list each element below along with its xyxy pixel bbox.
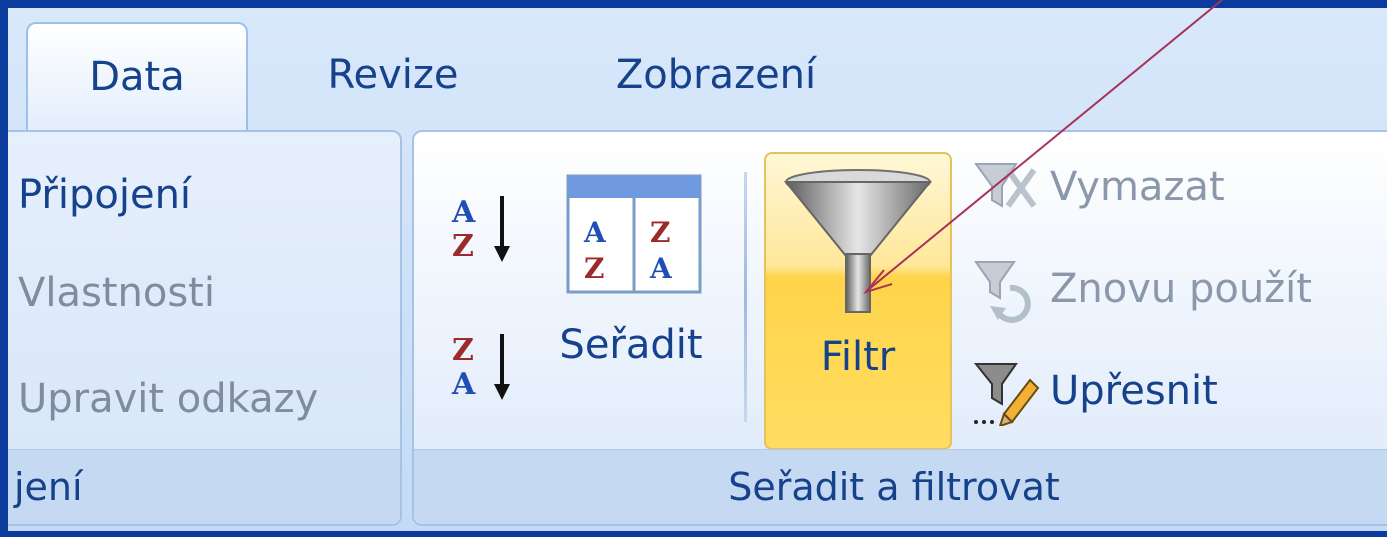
connections-group-caption: jení — [8, 449, 400, 524]
sort-dialog-icon: A Z Z A — [566, 174, 702, 294]
tab-data[interactable]: Data — [26, 22, 248, 130]
edit-links-button[interactable]: Upravit odkazy — [18, 376, 318, 422]
group-separator — [744, 172, 747, 422]
tab-revize[interactable]: Revize — [308, 20, 478, 130]
reapply-filter-button[interactable]: Znovu použít — [970, 254, 1387, 324]
sort-z-a-button[interactable]: Z A — [448, 320, 518, 420]
tab-data-label: Data — [89, 54, 185, 100]
properties-button[interactable]: Vlastnosti — [18, 270, 215, 316]
svg-text:Z: Z — [452, 333, 474, 368]
filter-label: Filtr — [820, 334, 896, 380]
advanced-filter-label: Upřesnit — [1050, 368, 1218, 414]
tab-zobrazeni[interactable]: Zobrazení — [586, 20, 846, 130]
tab-revize-label: Revize — [327, 52, 459, 98]
svg-text:A: A — [583, 216, 607, 249]
ribbon: Data Revize Zobrazení Připojení Vlastnos… — [8, 8, 1387, 531]
svg-text:A: A — [451, 367, 476, 402]
clear-filter-label: Vymazat — [1050, 164, 1225, 210]
advanced-filter-button[interactable]: Upřesnit — [970, 356, 1387, 426]
svg-text:Z: Z — [452, 229, 474, 264]
connections-group: Připojení Vlastnosti Upravit odkazy jení — [8, 130, 402, 526]
filter-button[interactable]: Filtr — [764, 152, 952, 450]
tab-zobrazeni-label: Zobrazení — [615, 52, 817, 98]
sort-a-z-icon: A Z — [451, 195, 510, 264]
sort-label: Seřadit — [559, 322, 703, 368]
filter-funnel-icon — [783, 169, 933, 313]
sort-z-a-icon: Z A — [451, 333, 510, 402]
clear-filter-icon — [974, 163, 1037, 208]
sort-filter-group-caption: Seřadit a filtrovat — [414, 449, 1387, 524]
advanced-filter-icon — [973, 363, 1040, 426]
clear-filter-button[interactable]: Vymazat — [970, 152, 1387, 222]
svg-text:A: A — [649, 252, 673, 285]
sort-button[interactable]: A Z Z A Seřadit — [546, 162, 716, 412]
sort-filter-group: A Z Z A A Z Z A Seřadit Filtr Vymazat Zn… — [412, 130, 1387, 526]
svg-text:A: A — [451, 195, 476, 230]
reapply-filter-label: Znovu použít — [1050, 266, 1312, 312]
svg-text:Z: Z — [650, 216, 670, 249]
reapply-filter-icon — [974, 261, 1031, 323]
sort-a-z-button[interactable]: A Z — [448, 182, 518, 282]
connections-button[interactable]: Připojení — [18, 172, 191, 218]
svg-text:Z: Z — [584, 252, 604, 285]
